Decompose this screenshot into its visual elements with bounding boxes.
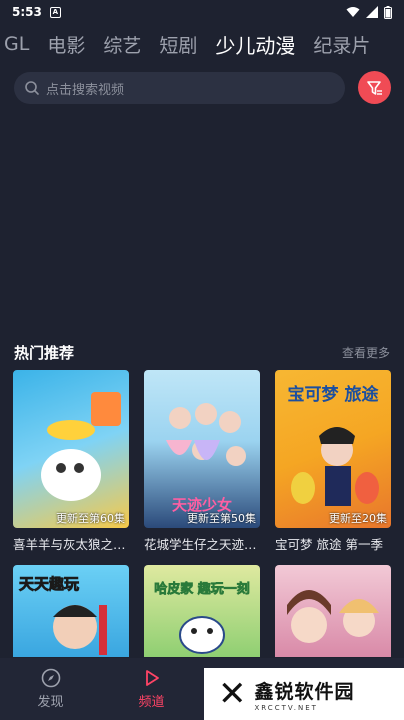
video-card[interactable]: [275, 565, 391, 657]
watermark-logo-icon: ✕: [218, 674, 247, 714]
poster-art: [41, 392, 121, 501]
video-card[interactable]: 天天趣玩: [13, 565, 129, 657]
episode-badge: 更新至20集: [329, 512, 387, 525]
nav-discover[interactable]: 发现: [0, 658, 101, 720]
tab-kids-anime[interactable]: 少儿动漫: [215, 30, 295, 62]
notification-a-icon: A: [49, 6, 61, 18]
play-icon: [145, 670, 159, 686]
tab-movies[interactable]: 电影: [47, 31, 85, 58]
poster-art: [287, 590, 379, 643]
search-placeholder: 点击搜索视频: [46, 82, 125, 98]
watermark-url: XRCCTV.NET: [254, 703, 318, 712]
video-card[interactable]: 更新至第60集 喜羊羊与灰太狼之…: [13, 370, 129, 553]
poster-art: 天迹少女: [166, 403, 246, 514]
section-title: 热门推荐: [14, 344, 75, 362]
nav-label: 频道: [138, 695, 165, 710]
status-bar: 5:53 A: [0, 0, 404, 24]
video-card[interactable]: 宝可梦 旅途 更新至20集 宝可梦 旅途 第一季: [275, 370, 391, 553]
video-card[interactable]: 天迹少女 更新至第50集 花城学生仔之天迹…: [144, 370, 260, 553]
watermark-name: 鑫锐软件园: [254, 680, 355, 703]
episode-badge: 更新至第60集: [56, 512, 125, 525]
poster-image[interactable]: [275, 565, 391, 657]
poster-title-text: 天天趣玩: [19, 575, 79, 593]
poster-art: 天天趣玩: [19, 575, 107, 655]
search-input[interactable]: 点击搜索视频: [14, 72, 345, 104]
filter-icon: [366, 80, 382, 95]
episode-badge: 更新至第50集: [187, 512, 256, 525]
recommend-grid: 更新至第60集 喜羊羊与灰太狼之… 天迹少女 更新至第50集 花城学生仔之天迹……: [13, 370, 391, 657]
poster-image[interactable]: 哈皮家 趣玩一刻: [144, 565, 260, 657]
battery-icon: [384, 5, 392, 19]
poster-title-text: 宝可梦 旅途: [288, 384, 380, 405]
poster-art: 哈皮家 趣玩一刻: [154, 581, 250, 654]
wifi-icon: [346, 7, 360, 17]
search-icon: [25, 81, 39, 95]
tab-gl[interactable]: GL: [4, 33, 29, 55]
nav-channel[interactable]: 频道: [101, 658, 202, 720]
status-icons: [346, 5, 392, 19]
poster-image[interactable]: 宝可梦 旅途 更新至20集: [275, 370, 391, 528]
status-time: 5:53: [12, 5, 42, 19]
tab-variety[interactable]: 综艺: [103, 31, 141, 58]
tab-documentary[interactable]: 纪录片: [313, 31, 370, 58]
compass-icon: [41, 668, 60, 688]
tab-short-drama[interactable]: 短剧: [159, 31, 197, 58]
nav-label: 发现: [37, 695, 64, 710]
poster-image[interactable]: 更新至第60集: [13, 370, 129, 528]
card-title[interactable]: 花城学生仔之天迹…: [144, 534, 260, 553]
view-more-link[interactable]: 查看更多: [342, 344, 390, 361]
poster-image[interactable]: 天迹少女 更新至第50集: [144, 370, 260, 528]
poster-image[interactable]: 天天趣玩: [13, 565, 129, 657]
watermark: ✕ 鑫锐软件园 XRCCTV.NET: [204, 668, 404, 720]
card-title[interactable]: 喜羊羊与灰太狼之…: [13, 534, 129, 553]
signal-icon: [366, 6, 378, 18]
card-title[interactable]: 宝可梦 旅途 第一季: [275, 534, 391, 553]
video-card[interactable]: 哈皮家 趣玩一刻: [144, 565, 260, 657]
filter-button[interactable]: [358, 71, 391, 104]
category-tabs: GL 电影 综艺 短剧 少儿动漫 纪录片: [0, 26, 404, 62]
poster-art: 宝可梦 旅途: [288, 384, 380, 506]
poster-title-text: 哈皮家 趣玩一刻: [154, 581, 250, 597]
